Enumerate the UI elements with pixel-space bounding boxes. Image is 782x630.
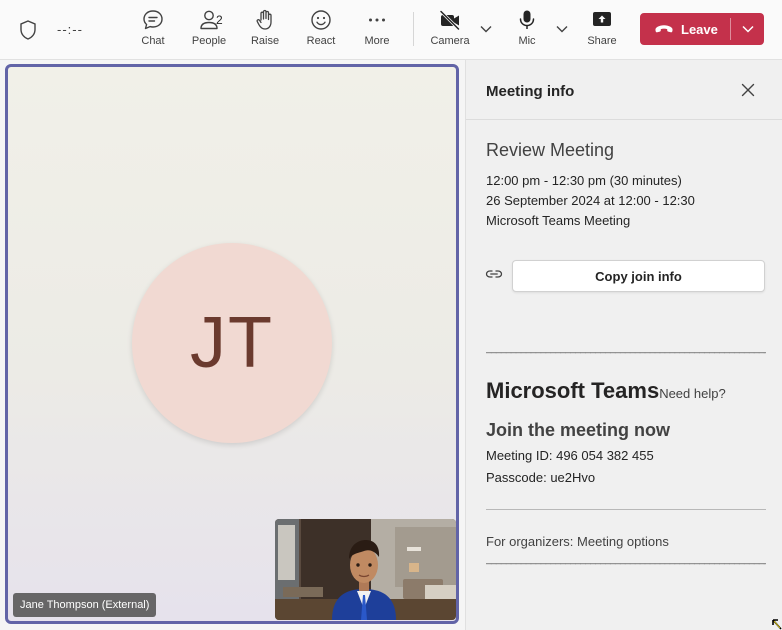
meeting-info-panel: Meeting info Review Meeting 12:00 pm - 1… [465, 60, 782, 630]
share-label: Share [587, 35, 617, 47]
avatar-initials: JT [190, 303, 274, 383]
meeting-time-range: 12:00 pm - 12:30 pm (30 minutes) [486, 173, 682, 188]
toolbar-divider [413, 12, 414, 46]
meeting-date: 26 September 2024 at 12:00 - 12:30 [486, 193, 695, 208]
people-count-badge: 2 [216, 13, 223, 27]
organizers-line: For organizers: Meeting options [486, 534, 669, 549]
organizers-prefix: For organizers: [486, 534, 578, 549]
phone-hangup-icon [655, 25, 673, 33]
camera-options-chevron-icon[interactable] [479, 22, 493, 36]
video-stage[interactable]: JT Jane Thompson (External) [5, 64, 459, 624]
more-label: More [364, 35, 390, 47]
chat-icon [143, 10, 163, 30]
mic-label: Mic [518, 35, 536, 47]
microphone-icon [519, 10, 535, 29]
raise-hand-icon [256, 9, 272, 30]
share-button[interactable]: Share [587, 8, 617, 52]
participant-name-tag: Jane Thompson (External) [13, 593, 157, 617]
panel-title: Meeting info [486, 83, 575, 100]
link-icon [485, 270, 503, 278]
meeting-type: Microsoft Teams Meeting [486, 213, 631, 228]
meeting-name: Review Meeting [486, 140, 615, 160]
meeting-options-link[interactable]: Meeting options [577, 534, 669, 549]
teams-brand-heading: Microsoft Teams [486, 378, 660, 403]
section-divider [486, 509, 766, 510]
smiley-icon [311, 10, 331, 30]
camera-label: Camera [430, 35, 470, 47]
chat-label: Chat [141, 35, 165, 47]
react-label: React [306, 35, 336, 47]
meeting-toolbar: --:-- Chat People 2 Raise React More Cam… [0, 0, 782, 60]
resize-cursor-icon [772, 619, 782, 630]
camera-off-icon [439, 10, 460, 31]
people-label: People [191, 35, 227, 47]
leave-button[interactable]: Leave [640, 13, 764, 45]
raise-label: Raise [250, 35, 280, 47]
need-help-link[interactable]: Need help? [659, 386, 726, 401]
close-icon[interactable] [741, 83, 755, 97]
teams-brand-row: Microsoft TeamsNeed help? [486, 378, 726, 404]
camera-button[interactable]: Camera [430, 8, 470, 52]
separator-line: ________________________________________… [486, 343, 766, 354]
panel-header: Meeting info [466, 60, 782, 120]
leave-label: Leave [681, 21, 718, 37]
self-view-video[interactable] [275, 519, 456, 620]
more-button[interactable]: More [363, 8, 391, 52]
mic-button[interactable]: Mic [514, 8, 540, 52]
meeting-id: Meeting ID: 496 054 382 455 [486, 448, 654, 463]
leave-main-button[interactable]: Leave [640, 13, 730, 45]
raise-hand-button[interactable]: Raise [251, 8, 279, 52]
shield-icon[interactable] [19, 20, 37, 40]
react-button[interactable]: React [306, 8, 336, 52]
chat-button[interactable]: Chat [139, 8, 167, 52]
more-icon [369, 18, 385, 22]
self-view-avatar-image [275, 519, 456, 620]
share-screen-icon [593, 12, 611, 26]
meeting-timer: --:-- [57, 22, 83, 37]
leave-options-button[interactable] [731, 13, 764, 45]
copy-join-info-button[interactable]: Copy join info [512, 260, 765, 292]
mic-options-chevron-icon[interactable] [555, 22, 569, 36]
participant-avatar: JT [132, 243, 332, 443]
separator-line-bottom: ________________________________________… [486, 554, 766, 565]
meeting-passcode: Passcode: ue2Hvo [486, 470, 596, 485]
join-meeting-heading: Join the meeting now [486, 420, 671, 440]
chevron-down-icon [741, 25, 754, 33]
